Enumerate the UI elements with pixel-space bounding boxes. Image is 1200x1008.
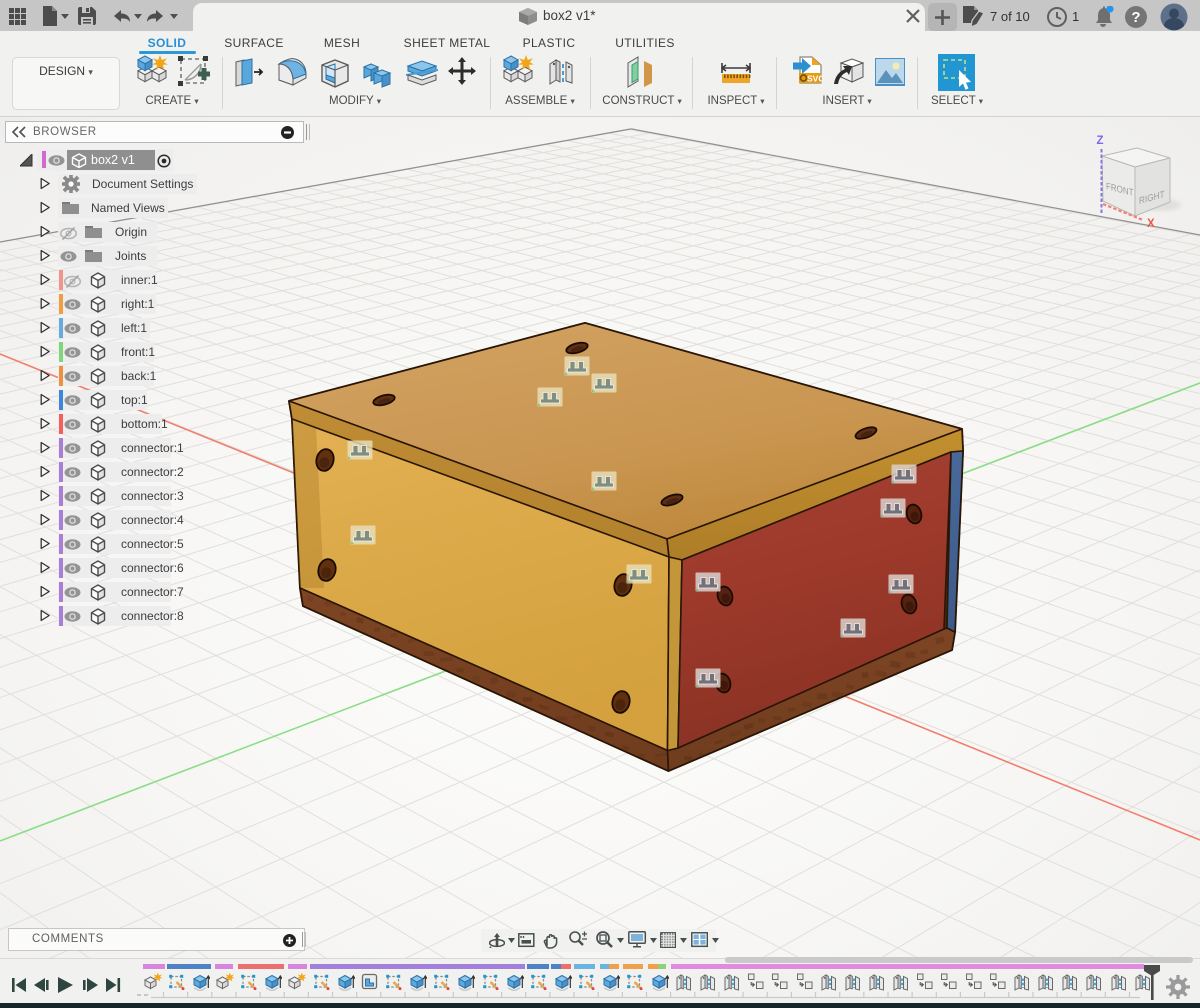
svg-text:Z: Z — [1096, 135, 1103, 147]
svg-text:?: ? — [1131, 9, 1140, 26]
svg-text:X: X — [1147, 218, 1155, 230]
svg-text:SVG: SVG — [807, 74, 822, 84]
